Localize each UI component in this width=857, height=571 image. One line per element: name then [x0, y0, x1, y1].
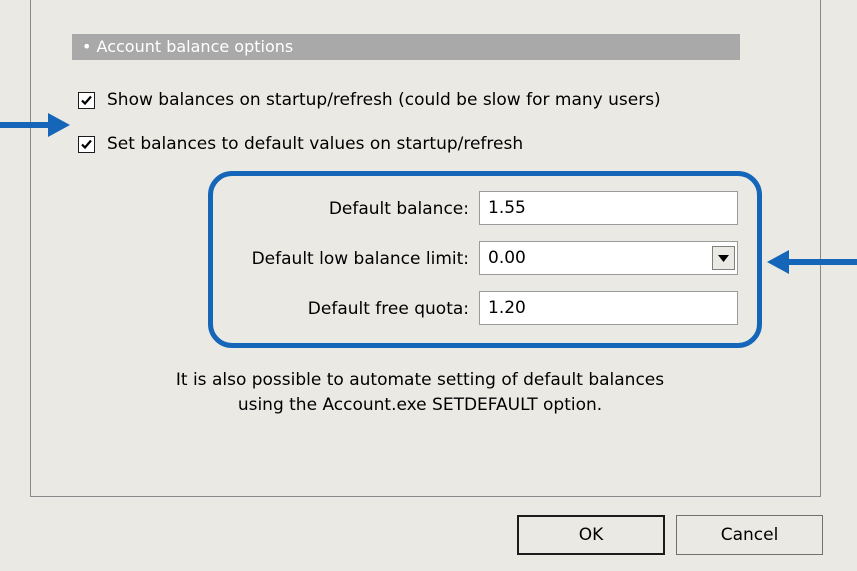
- automation-note: It is also possible to automate setting …: [100, 368, 740, 418]
- cancel-button[interactable]: Cancel: [676, 515, 823, 555]
- set-balances-label: Set balances to default values on startu…: [107, 134, 524, 154]
- set-balances-checkbox[interactable]: [78, 135, 95, 153]
- show-balances-label: Show balances on startup/refresh (could …: [107, 90, 661, 110]
- annotation-highlight-box: [208, 171, 762, 348]
- show-balances-option[interactable]: Show balances on startup/refresh (could …: [78, 88, 661, 112]
- annotation-arrow-icon: [0, 113, 70, 137]
- account-options-dialog: • Account balance options Show balances …: [0, 0, 857, 571]
- set-balances-option[interactable]: Set balances to default values on startu…: [78, 132, 523, 156]
- show-balances-checkbox[interactable]: [78, 91, 95, 109]
- annotation-arrow-icon: [767, 250, 857, 274]
- checkmark-icon: [81, 95, 92, 105]
- ok-button[interactable]: OK: [517, 515, 665, 555]
- note-line-1: It is also possible to automate setting …: [175, 370, 665, 390]
- note-line-2: using the Account.exe SETDEFAULT option.: [237, 395, 603, 415]
- section-header: • Account balance options: [72, 34, 740, 60]
- screenshot: • Account balance options Show balances …: [0, 0, 857, 571]
- checkmark-icon: [81, 139, 92, 149]
